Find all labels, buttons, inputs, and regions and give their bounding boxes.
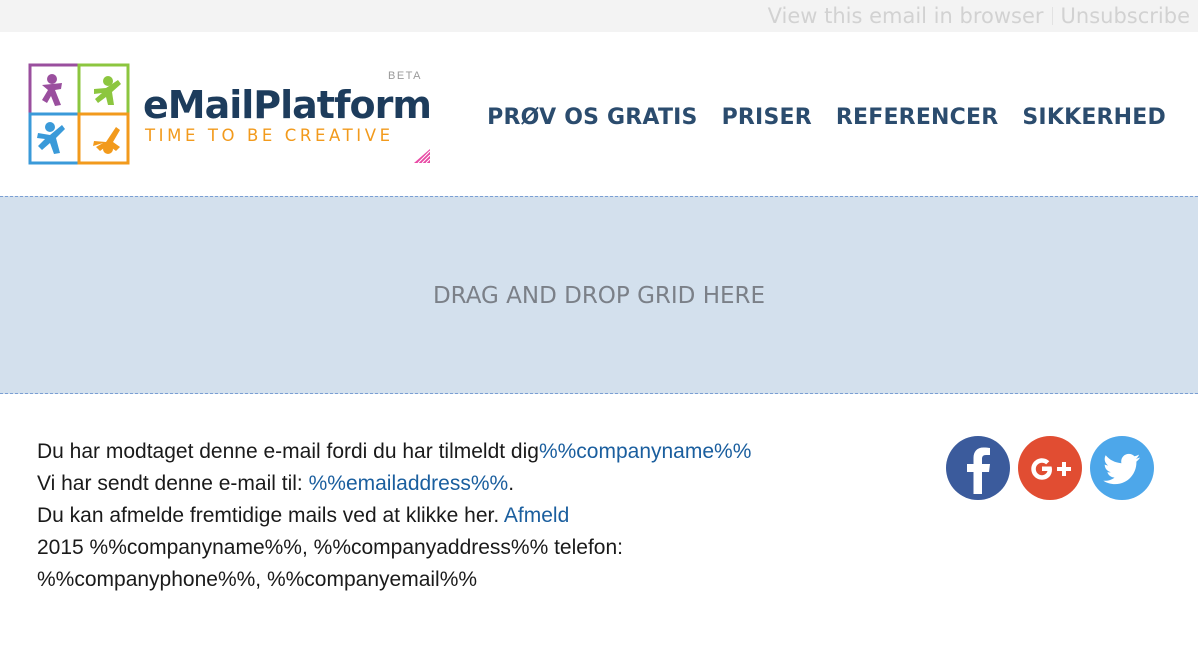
afmeld-link[interactable]: Afmeld xyxy=(504,504,569,527)
nav-item-try-free[interactable]: PRØV OS GRATIS xyxy=(487,105,697,130)
nav-item-pricing[interactable]: PRISER xyxy=(722,105,812,130)
google-plus-button[interactable] xyxy=(1018,436,1082,500)
email-address-link[interactable]: %%emailaddress%% xyxy=(309,472,509,495)
facebook-icon xyxy=(967,447,990,494)
beta-badge: BETA xyxy=(388,70,422,82)
facebook-button[interactable] xyxy=(946,436,1010,500)
unsubscribe-link[interactable]: Unsubscribe xyxy=(1061,4,1190,28)
twitter-icon xyxy=(1103,453,1140,485)
grid-drop-zone[interactable]: DRAG AND DROP GRID HERE xyxy=(0,196,1198,394)
top-links: View this email in browser Unsubscribe xyxy=(768,2,1190,30)
main-nav: PRØV OS GRATIS PRISER REFERENCER SIKKERH… xyxy=(487,105,1166,130)
unsubscribe-notice: Du kan afmelde fremtidige mails ved at k… xyxy=(37,504,504,527)
company-info: 2015 %%companyname%%, %%companyaddress%%… xyxy=(37,536,623,591)
logo-wordmark: eMailPlatform xyxy=(143,83,432,127)
drop-zone-label: DRAG AND DROP GRID HERE xyxy=(432,283,766,309)
view-in-browser-link[interactable]: View this email in browser xyxy=(768,4,1044,28)
email-header: BETA eMailPlatform TIME TO BE CREATIVE P… xyxy=(0,32,1198,196)
email-footer: Du har modtaget denne e-mail fordi du ha… xyxy=(0,394,1198,660)
sent-to-period: . xyxy=(508,472,515,495)
email-top-bar: View this email in browser Unsubscribe xyxy=(0,0,1198,32)
logo-tagline: TIME TO BE CREATIVE xyxy=(145,126,394,145)
company-name-link[interactable]: %%companyname%% xyxy=(539,440,751,463)
nav-item-security[interactable]: SIKKERHED xyxy=(1022,105,1166,130)
google-plus-icon xyxy=(1031,458,1071,480)
social-links xyxy=(946,436,1154,500)
footer-text: Du har modtaget denne e-mail fordi du ha… xyxy=(37,436,757,596)
twitter-button[interactable] xyxy=(1090,436,1154,500)
subscription-notice: Du har modtaget denne e-mail fordi du ha… xyxy=(37,440,539,463)
link-divider xyxy=(1051,7,1053,25)
nav-item-references[interactable]: REFERENCER xyxy=(836,105,999,130)
sent-to-label: Vi har sendt denne e-mail til: xyxy=(37,472,309,495)
logo-mark-icon xyxy=(28,63,130,165)
corner-pattern-icon xyxy=(414,149,430,163)
emailplatform-logo[interactable]: BETA eMailPlatform TIME TO BE CREATIVE xyxy=(28,63,448,173)
